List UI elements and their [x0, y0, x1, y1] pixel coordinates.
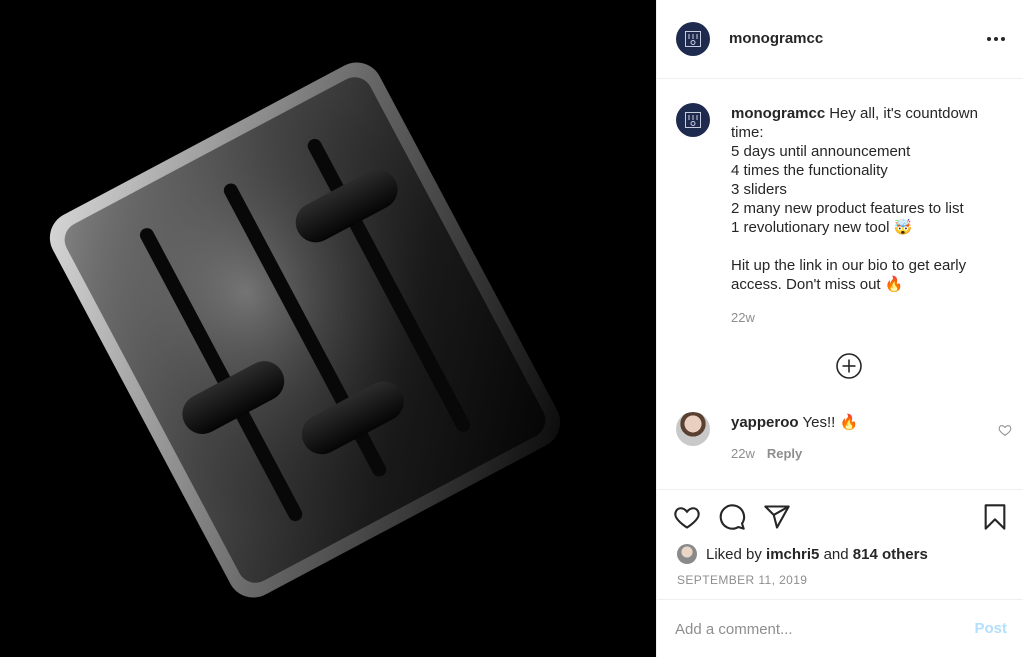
author-avatar[interactable] [676, 22, 710, 56]
comment-item: yapperoo Yes!! 🔥 22w Reply [657, 405, 1023, 475]
post-actions: Liked by imchri5 and 814 others SEPTEMBE… [657, 489, 1023, 599]
caption-line: 1 revolutionary new tool 🤯 [731, 219, 913, 236]
caption-timestamp[interactable]: 22w [731, 310, 755, 325]
liker-avatar[interactable] [677, 544, 697, 564]
post-detail-panel: monogramcc monogramcc Hey all, it's count… [656, 0, 1023, 657]
comment-icon[interactable] [718, 503, 746, 531]
monogram-logo-icon [685, 31, 701, 47]
comment-text: yapperoo Yes!! 🔥 [731, 413, 858, 431]
caption-line: 2 many new product features to list [731, 200, 964, 217]
reply-button[interactable]: Reply [767, 446, 802, 461]
caption-line-break [731, 237, 1011, 256]
caption-text: monogramcc Hey all, it's countdown time: … [731, 104, 1011, 294]
comment-meta: 22w Reply [731, 446, 802, 461]
likes-conjunction: and [823, 545, 849, 563]
caption-line: 4 times the functionality [731, 162, 888, 179]
more-options-icon[interactable] [984, 30, 1008, 48]
load-more-comments-icon[interactable] [835, 352, 863, 380]
bookmark-icon[interactable] [981, 503, 1009, 531]
commenter-username[interactable]: yapperoo [731, 414, 799, 431]
commenter-avatar[interactable] [676, 412, 710, 446]
add-comment-bar: Post [657, 599, 1023, 657]
monogram-logo-icon [685, 112, 701, 128]
likes-others-count[interactable]: 814 others [853, 546, 928, 563]
post-image[interactable] [0, 0, 656, 657]
likes-prefix: Liked by [706, 545, 762, 563]
caption-line: 3 sliders [731, 181, 787, 198]
caption-author-avatar[interactable] [676, 103, 710, 137]
caption-line: 5 days until announcement [731, 143, 911, 160]
heart-icon[interactable] [673, 503, 701, 531]
slider-console-illustration [49, 62, 561, 598]
likes-summary: Liked by imchri5 and 814 others [677, 544, 928, 564]
comment-body: Yes!! 🔥 [802, 414, 859, 431]
caption-line: Hit up the link in our bio to get early … [731, 257, 967, 293]
liker-username[interactable]: imchri5 [766, 546, 819, 563]
author-username[interactable]: monogramcc [729, 30, 823, 47]
comment-timestamp[interactable]: 22w [731, 446, 755, 461]
comment-input[interactable] [675, 618, 945, 640]
share-icon[interactable] [763, 503, 791, 531]
post-header: monogramcc [657, 0, 1023, 79]
caption-username[interactable]: monogramcc [731, 105, 825, 122]
comment-like-icon[interactable] [998, 423, 1012, 437]
post-button[interactable]: Post [974, 620, 1007, 637]
post-date[interactable]: SEPTEMBER 11, 2019 [677, 573, 807, 587]
